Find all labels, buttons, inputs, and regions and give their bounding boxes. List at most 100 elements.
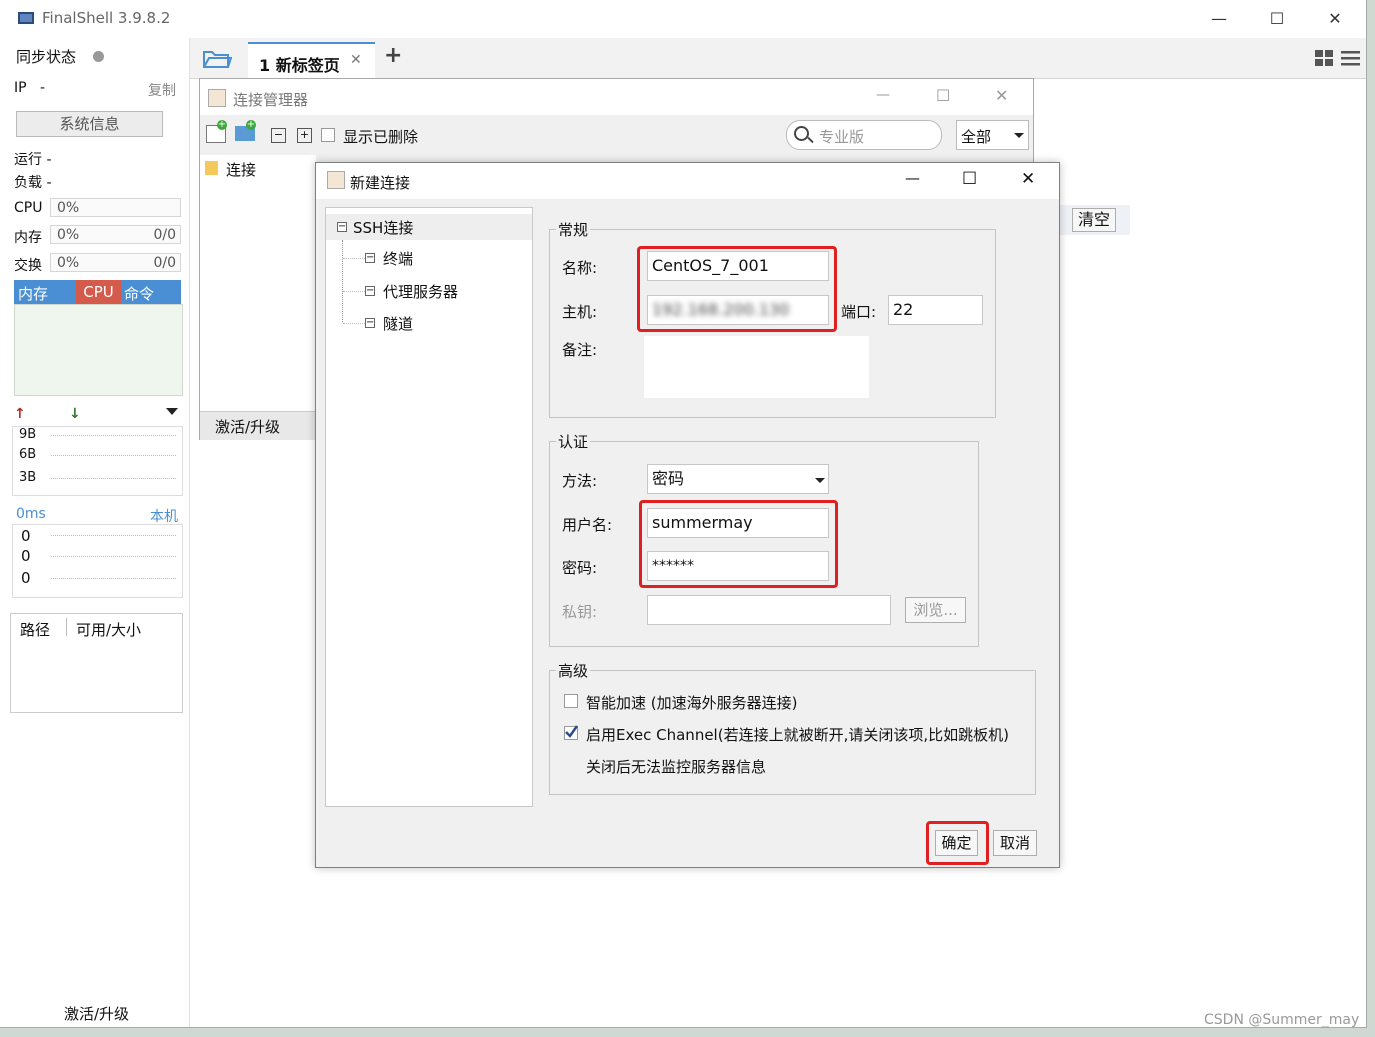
minimize-button[interactable]: — bbox=[1196, 0, 1242, 38]
tree-item-proxy[interactable]: 代理服务器 bbox=[383, 281, 458, 302]
conn-activate-link[interactable]: 激活/升级 bbox=[215, 416, 280, 437]
tree-connector bbox=[342, 240, 343, 322]
new-connection-icon[interactable]: + bbox=[206, 120, 227, 143]
cpu-meter: 0% bbox=[50, 198, 181, 217]
note-label: 备注: bbox=[562, 341, 598, 359]
dialog-max-button[interactable]: ☐ bbox=[962, 169, 977, 189]
run-label: 运行 - bbox=[14, 152, 52, 168]
collapse-all-icon[interactable]: − bbox=[271, 128, 286, 143]
open-folder-icon[interactable] bbox=[202, 46, 233, 74]
conn-manager-titlebar: 连接管理器 — ☐ ✕ bbox=[200, 79, 1033, 115]
maximize-button[interactable]: ☐ bbox=[1254, 0, 1300, 38]
java-icon bbox=[208, 89, 226, 107]
dialog-close-button[interactable]: ✕ bbox=[1021, 169, 1035, 189]
username-label: 用户名: bbox=[562, 516, 613, 534]
collapse-icon[interactable]: − bbox=[337, 222, 347, 232]
filter-select[interactable]: 全部 bbox=[956, 120, 1029, 150]
show-deleted-checkbox[interactable] bbox=[321, 128, 335, 142]
browse-button[interactable]: 浏览... bbox=[905, 597, 966, 623]
name-label: 名称: bbox=[562, 259, 598, 277]
highlight-box bbox=[637, 246, 837, 332]
swap-meter: 0% 0/0 bbox=[50, 253, 181, 272]
expand-all-icon[interactable]: + bbox=[297, 128, 312, 143]
tab-new[interactable]: 1 新标签页 ✕ bbox=[248, 42, 375, 78]
tab-cpu[interactable]: CPU bbox=[76, 280, 121, 304]
tree-item-terminal[interactable]: 终端 bbox=[383, 248, 413, 269]
col-divider bbox=[66, 618, 67, 636]
latency-row-2: 0 bbox=[21, 547, 31, 565]
add-tab-button[interactable]: + bbox=[384, 43, 402, 68]
private-key-input[interactable] bbox=[647, 595, 891, 625]
swap-value: 0% bbox=[57, 255, 80, 271]
collapse-icon[interactable]: − bbox=[365, 318, 375, 328]
system-info-button[interactable]: 系统信息 bbox=[16, 111, 163, 137]
mem-ratio: 0/0 bbox=[153, 227, 176, 243]
method-label: 方法: bbox=[562, 472, 598, 490]
disk-col-size[interactable]: 可用/大小 bbox=[76, 619, 141, 640]
title-bar: FinalShell 3.9.8.2 — ☐ ✕ bbox=[0, 0, 1366, 38]
conn-manager-title: 连接管理器 bbox=[233, 91, 309, 109]
tab-commands[interactable]: 命令 bbox=[124, 283, 154, 304]
search-box[interactable]: 专业版 bbox=[786, 120, 942, 150]
grid-line bbox=[51, 578, 176, 579]
menu-icon[interactable] bbox=[1341, 50, 1360, 70]
upload-arrow-icon: ↑ bbox=[14, 406, 26, 422]
plus-badge-icon: + bbox=[246, 119, 256, 130]
port-input[interactable]: 22 bbox=[888, 295, 983, 325]
load-label: 负载 - bbox=[14, 175, 52, 191]
download-arrow-icon: ↓ bbox=[69, 406, 81, 422]
mem-meter: 0% 0/0 bbox=[50, 225, 181, 244]
conn-close-button[interactable]: ✕ bbox=[995, 86, 1008, 105]
app-logo-icon bbox=[18, 11, 34, 25]
activate-upgrade-link[interactable]: 激活/升级 bbox=[64, 1003, 129, 1024]
java-icon bbox=[327, 171, 345, 189]
advanced-legend: 高级 bbox=[558, 662, 589, 680]
disk-col-path[interactable]: 路径 bbox=[20, 619, 50, 640]
conn-manager-footer: 激活/升级 bbox=[200, 411, 316, 440]
close-button[interactable]: ✕ bbox=[1312, 0, 1358, 38]
conn-tree: 连接 bbox=[200, 155, 316, 411]
latency-row-3: 0 bbox=[21, 569, 31, 587]
collapse-icon[interactable]: − bbox=[365, 253, 375, 263]
mem-label: 内存 bbox=[14, 230, 42, 246]
net-tick-6b: 6B bbox=[19, 447, 37, 462]
clear-button[interactable]: 清空 bbox=[1072, 208, 1116, 232]
grid-view-icon[interactable] bbox=[1315, 50, 1333, 70]
new-folder-icon[interactable]: + bbox=[235, 120, 256, 141]
cancel-button[interactable]: 取消 bbox=[993, 830, 1037, 856]
conn-toolbar: + + − + 显示已删除 专业版 全部 bbox=[200, 115, 1033, 155]
conn-min-button[interactable]: — bbox=[876, 87, 890, 103]
dialog-min-button[interactable]: — bbox=[905, 169, 920, 187]
tab-memory[interactable]: 内存 bbox=[18, 283, 48, 304]
close-tab-icon[interactable]: ✕ bbox=[350, 52, 362, 68]
grid-line bbox=[51, 535, 176, 536]
exec-channel-checkbox[interactable] bbox=[564, 725, 578, 740]
collapse-icon[interactable]: − bbox=[365, 286, 375, 296]
filter-value: 全部 bbox=[961, 128, 992, 146]
private-key-label: 私钥: bbox=[562, 603, 598, 621]
latency-host[interactable]: 本机 bbox=[150, 506, 178, 526]
tree-item-tunnel[interactable]: 隧道 bbox=[383, 313, 413, 334]
copy-link[interactable]: 复制 bbox=[148, 80, 176, 100]
show-deleted-label: 显示已删除 bbox=[343, 128, 419, 146]
method-select[interactable]: 密码 bbox=[647, 464, 829, 494]
folder-icon bbox=[205, 161, 218, 175]
mem-value: 0% bbox=[57, 227, 80, 243]
cpu-value: 0% bbox=[57, 200, 80, 216]
dropdown-icon[interactable] bbox=[166, 408, 178, 415]
tree-connector bbox=[343, 291, 365, 292]
left-panel: 同步状态 IP - 复制 系统信息 运行 - 负载 - CPU 0% 内存 0%… bbox=[0, 38, 190, 1027]
auth-legend: 认证 bbox=[558, 433, 589, 451]
swap-label: 交换 bbox=[14, 258, 42, 274]
port-label: 端口: bbox=[841, 303, 877, 321]
sync-status-label: 同步状态 bbox=[16, 48, 77, 66]
conn-folder-label[interactable]: 连接 bbox=[226, 159, 256, 180]
note-textarea[interactable] bbox=[644, 336, 869, 398]
highlight-box bbox=[926, 821, 989, 865]
smart-accel-checkbox[interactable] bbox=[564, 694, 578, 708]
new-connection-dialog: 新建连接 — ☐ ✕ − SSH连接 − 终端 − 代理服务器 − 隧道 常规 … bbox=[315, 162, 1060, 868]
watermark: CSDN @Summer_may bbox=[1204, 1012, 1360, 1028]
latency-value: 0ms bbox=[16, 506, 46, 522]
conn-max-button[interactable]: ☐ bbox=[936, 86, 950, 105]
tree-root-row[interactable]: − SSH连接 bbox=[326, 214, 532, 240]
